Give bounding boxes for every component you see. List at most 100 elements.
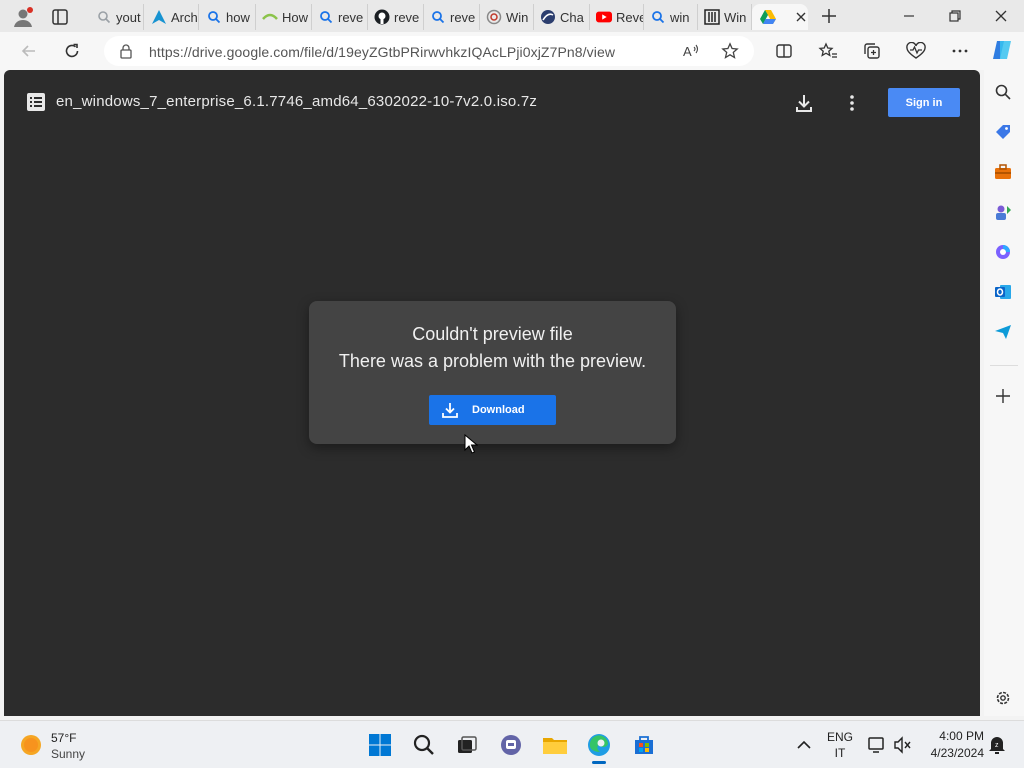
tab-how-page[interactable]: How — [256, 4, 312, 30]
youtube-icon — [596, 9, 612, 25]
sign-in-button[interactable]: Sign in — [888, 88, 960, 117]
close-window-icon[interactable] — [993, 8, 1009, 24]
tab-label: reve — [338, 9, 364, 25]
favorite-star-icon[interactable] — [721, 42, 739, 60]
document-icon — [27, 93, 45, 111]
file-explorer-icon[interactable] — [541, 731, 569, 759]
tab-label: reve — [394, 9, 420, 25]
split-screen-icon[interactable] — [773, 40, 795, 62]
refresh-icon[interactable] — [61, 40, 83, 62]
microsoft-365-icon[interactable] — [992, 241, 1014, 263]
tab-reve-youtube[interactable]: Reve — [590, 4, 644, 30]
tab-label: Win — [506, 9, 529, 25]
tools-icon[interactable] — [992, 161, 1014, 183]
profile-icon[interactable] — [12, 6, 34, 28]
search-icon — [650, 9, 666, 25]
search-icon[interactable] — [410, 731, 438, 759]
browser-essentials-icon[interactable] — [905, 40, 927, 62]
tab-strip: yout Arch how How reve reve reve Win Cha… — [0, 0, 1024, 32]
store-icon[interactable] — [630, 731, 658, 759]
download-label: Download — [472, 404, 525, 416]
notifications-icon[interactable]: z — [988, 735, 1006, 755]
tab-arch[interactable]: Arch — [145, 4, 199, 30]
search-icon[interactable] — [992, 81, 1014, 103]
drive-file-viewer: en_windows_7_enterprise_6.1.7746_amd64_6… — [4, 70, 980, 716]
url-text[interactable]: https://drive.google.com/file/d/19eyZGtb… — [149, 44, 615, 60]
tab-label: how — [226, 9, 250, 25]
search-icon — [318, 9, 334, 25]
games-icon[interactable] — [992, 201, 1014, 223]
google-drive-icon — [760, 9, 776, 25]
mouse-cursor-icon — [464, 434, 478, 454]
download-icon[interactable] — [794, 93, 814, 113]
download-icon — [441, 401, 459, 419]
back-icon[interactable] — [18, 40, 40, 62]
edge-browser-icon[interactable] — [585, 731, 613, 764]
clock-time: 4:00 PM — [939, 729, 984, 743]
page-icon — [540, 9, 556, 25]
task-view-icon[interactable] — [453, 731, 481, 759]
tab-reve-github[interactable]: reve — [368, 4, 424, 30]
tab-reve-search[interactable]: reve — [312, 4, 368, 30]
lock-icon[interactable] — [118, 43, 134, 59]
tab-google-drive[interactable] — [752, 4, 808, 30]
search-icon — [96, 9, 112, 25]
restore-icon[interactable] — [947, 8, 963, 24]
tab-label: Cha — [560, 9, 584, 25]
page-icon — [262, 9, 278, 25]
tab-label: How — [282, 9, 309, 25]
github-icon — [374, 9, 390, 25]
arch-logo-icon — [151, 9, 167, 25]
tab-win[interactable]: Win — [480, 4, 534, 30]
clock-date: 4/23/2024 — [930, 746, 984, 760]
add-icon[interactable] — [992, 385, 1014, 407]
windows-taskbar: 57°F Sunny ENG IT 4:00 PM 4/23/2024 z — [0, 720, 1024, 768]
address-bar[interactable]: https://drive.google.com/file/d/19eyZGtb… — [104, 36, 754, 66]
dialog-title: Couldn't preview file — [412, 324, 573, 344]
language-indicator[interactable]: ENG IT — [822, 730, 858, 762]
tab-win-search[interactable]: win — [644, 4, 698, 30]
show-hidden-icons-chevron-icon[interactable] — [796, 738, 812, 752]
search-icon — [206, 9, 222, 25]
svg-text:z: z — [995, 742, 999, 749]
weather-widget[interactable]: 57°F Sunny — [18, 730, 98, 762]
minimize-icon[interactable] — [901, 8, 917, 24]
edge-sidebar — [984, 70, 1024, 716]
more-options-icon[interactable] — [949, 40, 971, 62]
start-button-icon[interactable] — [366, 731, 394, 759]
search-icon — [430, 9, 446, 25]
download-button[interactable]: Download — [429, 395, 556, 425]
dialog-message: There was a problem with the preview. — [338, 351, 647, 371]
new-tab-icon[interactable] — [820, 7, 838, 25]
sidebar-divider — [990, 365, 1018, 366]
vertical-tabs-icon[interactable] — [51, 8, 69, 26]
network-icon[interactable] — [867, 735, 887, 755]
read-aloud-icon[interactable]: A — [682, 42, 700, 60]
sun-icon — [20, 734, 42, 756]
copilot-icon[interactable] — [990, 38, 1014, 62]
weather-temp: 57°F — [51, 731, 77, 745]
active-app-indicator — [592, 761, 606, 764]
svg-text:A: A — [683, 44, 692, 59]
tab-how[interactable]: how — [200, 4, 256, 30]
shopping-tag-icon[interactable] — [992, 121, 1014, 143]
teams-chat-icon[interactable] — [497, 731, 525, 759]
tab-label: win — [670, 9, 690, 25]
clock[interactable]: 4:00 PM 4/23/2024 — [918, 729, 984, 763]
tab-reve-search-2[interactable]: reve — [424, 4, 480, 30]
language-primary: ENG — [826, 730, 853, 744]
outlook-icon[interactable] — [992, 281, 1014, 303]
favorites-icon[interactable] — [817, 40, 839, 62]
settings-gear-icon[interactable] — [992, 687, 1014, 709]
send-icon[interactable] — [992, 321, 1014, 343]
more-vert-icon[interactable] — [842, 93, 862, 113]
tab-win-archive[interactable]: Win — [698, 4, 752, 30]
tab-yout[interactable]: yout — [90, 4, 144, 30]
tab-label: Reve — [616, 9, 644, 25]
close-tab-icon[interactable] — [794, 10, 808, 24]
volume-muted-icon[interactable] — [893, 735, 913, 755]
file-name: en_windows_7_enterprise_6.1.7746_amd64_6… — [56, 93, 538, 110]
language-secondary: IT — [834, 746, 846, 760]
collections-icon[interactable] — [861, 40, 883, 62]
tab-cha[interactable]: Cha — [534, 4, 590, 30]
